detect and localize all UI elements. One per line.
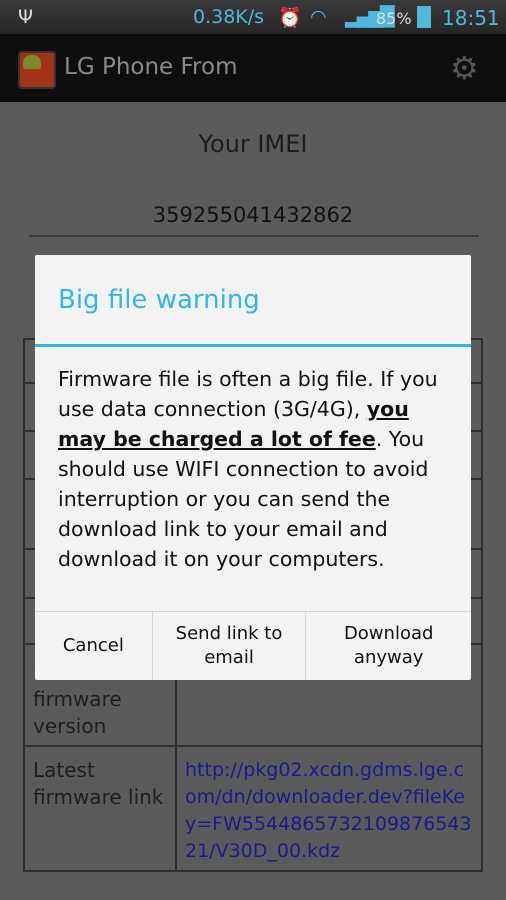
app-title: LG Phone From bbox=[64, 54, 238, 80]
gear-icon[interactable]: ⚙ bbox=[450, 52, 479, 84]
action-bar: LG Phone From ⚙ bbox=[0, 34, 506, 102]
dialog-title: Big file warning bbox=[58, 285, 260, 315]
wifi-icon: ◠ bbox=[310, 6, 327, 28]
battery-percent: 85% bbox=[376, 9, 412, 28]
title-divider bbox=[35, 344, 471, 347]
clock: 18:51 bbox=[442, 6, 500, 30]
dialog-message: Firmware file is often a big file. If yo… bbox=[58, 364, 458, 574]
network-speed: 0.38K/s bbox=[193, 6, 265, 28]
send-link-button[interactable]: Send link to email bbox=[151, 612, 306, 680]
battery-icon bbox=[417, 6, 431, 28]
usb-icon: Ψ bbox=[18, 6, 33, 28]
divider bbox=[29, 235, 479, 237]
imei-label: Your IMEI bbox=[198, 130, 308, 158]
app-icon bbox=[18, 51, 56, 89]
dialog-buttons: Cancel Send link to email Download anywa… bbox=[35, 611, 471, 680]
status-bar: Ψ 0.38K/s ⏰ ◠ ▂▄▆█ 85% 18:51 bbox=[0, 0, 506, 34]
alarm-icon: ⏰ bbox=[278, 7, 302, 29]
big-file-warning-dialog: Big file warning Firmware file is often … bbox=[35, 255, 471, 680]
table-cell: Latest firmware link bbox=[23, 745, 177, 872]
download-anyway-button[interactable]: Download anyway bbox=[305, 612, 471, 680]
firmware-link[interactable]: http://pkg02.xcdn.gdms.lge.com/dn/downlo… bbox=[185, 759, 472, 862]
imei-value: 359255041432862 bbox=[152, 203, 354, 227]
cancel-button[interactable]: Cancel bbox=[35, 612, 152, 680]
